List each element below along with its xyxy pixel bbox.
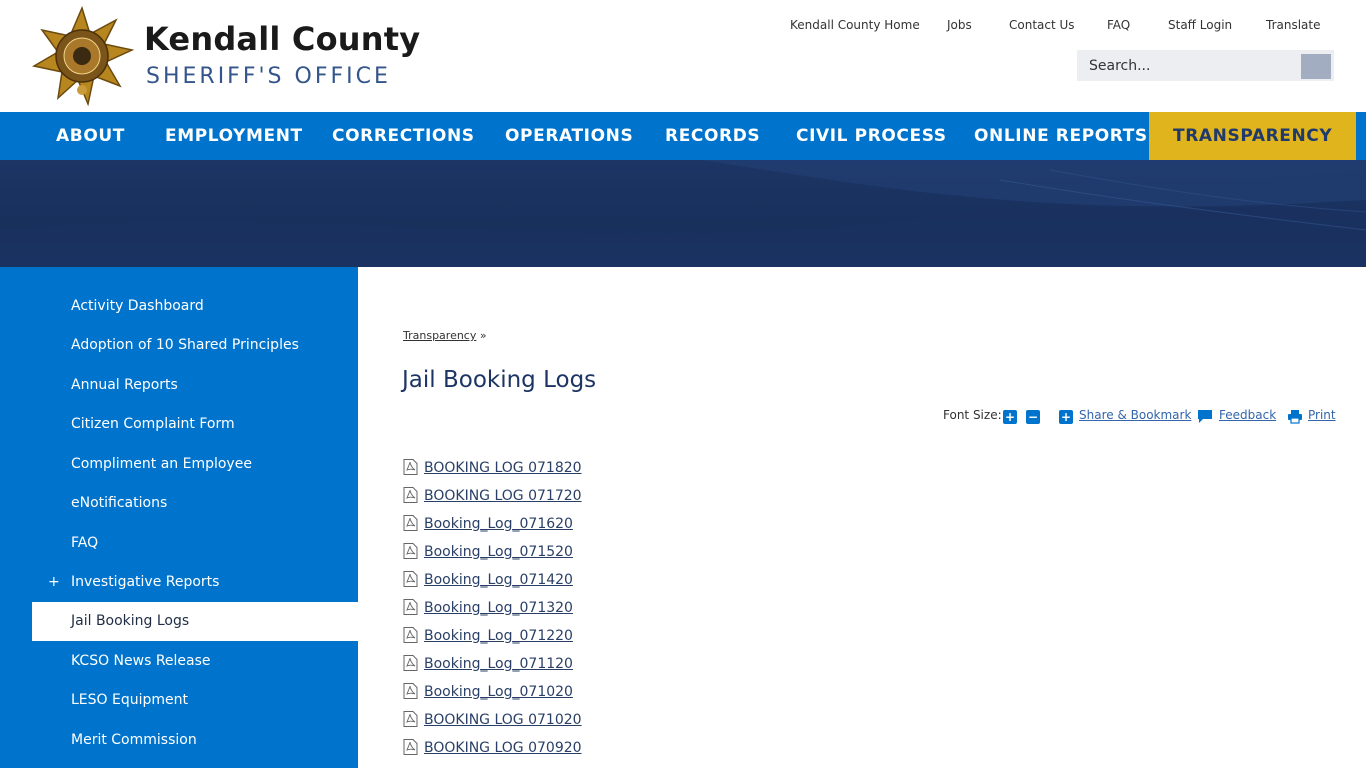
share-bookmark-link[interactable]: Share & Bookmark <box>1079 408 1191 422</box>
document-link[interactable]: BOOKING LOG 071720 <box>424 488 582 504</box>
font-decrease-icon[interactable]: − <box>1026 410 1040 424</box>
pdf-file-icon <box>403 571 418 587</box>
breadcrumb-separator: » <box>479 329 487 342</box>
nav-operations[interactable]: OPERATIONS <box>505 112 633 160</box>
pdf-file-icon <box>403 627 418 643</box>
pdf-file-icon <box>403 655 418 671</box>
sidebar-item-jail-booking-logs[interactable]: Jail Booking Logs <box>32 602 358 641</box>
sidebar-item-label: Merit Commission <box>71 732 197 748</box>
pdf-file-icon <box>403 459 418 475</box>
sidebar-item-merit-commission[interactable]: Merit Commission <box>32 721 358 760</box>
nav-corrections[interactable]: CORRECTIONS <box>332 112 475 160</box>
sidebar-item-activity-dashboard[interactable]: Activity Dashboard <box>32 287 358 326</box>
pdf-file-icon <box>403 487 418 503</box>
document-link[interactable]: BOOKING LOG 071020 <box>424 712 582 728</box>
pdf-file-icon <box>403 543 418 559</box>
sidebar-item-label: Adoption of 10 Shared Principles <box>71 337 299 353</box>
sidebar-item-label: Compliment an Employee <box>71 456 252 472</box>
utility-link-faq[interactable]: FAQ <box>1107 18 1130 32</box>
breadcrumb-link-transparency[interactable]: Transparency <box>403 329 476 342</box>
sheriff-star-logo-icon[interactable] <box>30 6 134 106</box>
document-link[interactable]: Booking_Log_071320 <box>424 600 573 616</box>
document-link[interactable]: Booking_Log_071620 <box>424 516 573 532</box>
pdf-file-icon <box>403 683 418 699</box>
pdf-file-icon <box>403 739 418 755</box>
site-subtitle[interactable]: SHERIFF'S OFFICE <box>146 64 391 89</box>
feedback-link[interactable]: Feedback <box>1219 408 1276 422</box>
sidebar-item-annual-reports[interactable]: Annual Reports <box>32 366 358 405</box>
page-title: Jail Booking Logs <box>402 367 597 393</box>
search-input[interactable] <box>1077 50 1299 81</box>
print-icon[interactable] <box>1287 409 1303 424</box>
document-link[interactable]: Booking_Log_071220 <box>424 628 573 644</box>
banner-wave-graphic <box>0 160 1366 267</box>
sidebar-item-faq[interactable]: FAQ <box>32 524 358 563</box>
hero-banner <box>0 160 1366 267</box>
sidebar-item-compliment-employee[interactable]: Compliment an Employee <box>32 445 358 484</box>
document-link[interactable]: Booking_Log_071420 <box>424 572 573 588</box>
pdf-file-icon <box>403 599 418 615</box>
nav-transparency[interactable]: TRANSPARENCY <box>1149 112 1357 160</box>
expand-plus-icon[interactable]: + <box>48 563 60 602</box>
document-link[interactable]: BOOKING LOG 070920 <box>424 740 582 756</box>
document-link[interactable]: Booking_Log_071020 <box>424 684 573 700</box>
pdf-file-icon <box>403 515 418 531</box>
sidebar-item-label: Jail Booking Logs <box>71 613 190 629</box>
site-header: Kendall County SHERIFF'S OFFICE Kendall … <box>0 0 1366 112</box>
utility-nav: Kendall County Home Jobs Contact Us FAQ … <box>770 18 1336 38</box>
sidebar-item-kcso-news-release[interactable]: KCSO News Release <box>32 642 358 681</box>
sidebar-item-label: LESO Equipment <box>71 692 188 708</box>
sidebar-item-label: Annual Reports <box>71 377 178 393</box>
page-tools: Font Size: + − + Share & Bookmark Feedba… <box>943 408 1343 426</box>
sidebar-item-investigative-reports[interactable]: + Investigative Reports <box>32 563 358 602</box>
sidebar-item-label: Citizen Complaint Form <box>71 416 235 432</box>
print-link[interactable]: Print <box>1308 408 1336 422</box>
sidebar: Activity Dashboard Adoption of 10 Shared… <box>0 267 358 768</box>
sidebar-item-label: Activity Dashboard <box>71 298 204 314</box>
sidebar-item-label: eNotifications <box>71 495 168 511</box>
document-link[interactable]: Booking_Log_071520 <box>424 544 573 560</box>
sidebar-item-leso-equipment[interactable]: LESO Equipment <box>32 681 358 720</box>
sidebar-item-label: KCSO News Release <box>71 653 211 669</box>
nav-employment[interactable]: EMPLOYMENT <box>165 112 303 160</box>
document-link[interactable]: BOOKING LOG 071820 <box>424 460 582 476</box>
sidebar-item-citizen-complaint-form[interactable]: Citizen Complaint Form <box>32 405 358 444</box>
feedback-icon[interactable] <box>1197 409 1213 424</box>
main-content: Transparency » Jail Booking Logs Font Si… <box>358 267 1366 768</box>
sidebar-item-label: Investigative Reports <box>71 574 220 590</box>
sidebar-item-label: FAQ <box>71 535 99 551</box>
main-nav: ABOUT EMPLOYMENT CORRECTIONS OPERATIONS … <box>0 112 1366 160</box>
share-plus-icon[interactable]: + <box>1059 410 1073 424</box>
sidebar-item-adoption-shared-principles[interactable]: Adoption of 10 Shared Principles <box>32 326 358 365</box>
nav-civil-process[interactable]: CIVIL PROCESS <box>796 112 947 160</box>
utility-link-staff-login[interactable]: Staff Login <box>1168 18 1232 32</box>
search-box <box>1077 50 1334 81</box>
font-increase-icon[interactable]: + <box>1003 410 1017 424</box>
nav-about[interactable]: ABOUT <box>56 112 125 160</box>
nav-records[interactable]: RECORDS <box>665 112 760 160</box>
utility-link-jobs[interactable]: Jobs <box>947 18 972 32</box>
nav-online-reports[interactable]: ONLINE REPORTS <box>974 112 1148 160</box>
font-size-label: Font Size: <box>943 408 1002 422</box>
site-title[interactable]: Kendall County <box>144 20 420 58</box>
utility-link-kendall-county-home[interactable]: Kendall County Home <box>790 18 920 32</box>
pdf-file-icon <box>403 711 418 727</box>
document-link[interactable]: Booking_Log_071120 <box>424 656 573 672</box>
utility-link-contact-us[interactable]: Contact Us <box>1009 18 1075 32</box>
utility-link-translate[interactable]: Translate <box>1266 18 1321 32</box>
sidebar-item-enotifications[interactable]: eNotifications <box>32 484 358 523</box>
search-button[interactable] <box>1301 54 1331 79</box>
breadcrumb: Transparency » <box>403 329 487 342</box>
